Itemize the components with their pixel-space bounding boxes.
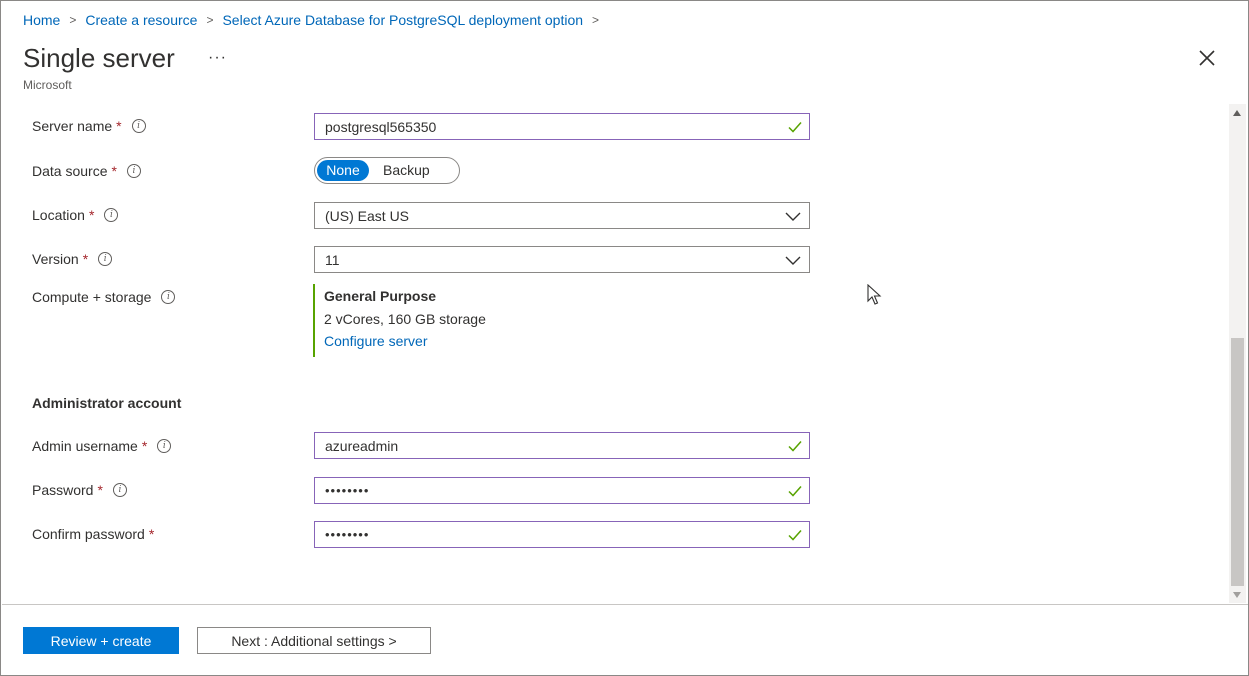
server-name-label: Server name * i bbox=[32, 118, 146, 134]
chevron-right-icon: > bbox=[592, 13, 600, 27]
required-marker: * bbox=[148, 526, 155, 542]
breadcrumb: Home > Create a resource > Select Azure … bbox=[23, 12, 608, 28]
compute-storage-label-text: Compute + storage bbox=[32, 289, 152, 305]
blade-frame: Home > Create a resource > Select Azure … bbox=[0, 0, 1249, 676]
confirm-password-value: •••••••• bbox=[325, 527, 370, 542]
scroll-up-icon[interactable] bbox=[1233, 110, 1241, 116]
confirm-password-input[interactable]: •••••••• bbox=[314, 521, 810, 548]
required-marker: * bbox=[88, 207, 95, 223]
required-marker: * bbox=[141, 438, 148, 454]
info-icon[interactable]: i bbox=[131, 119, 146, 133]
chevron-down-icon bbox=[785, 256, 801, 265]
admin-section-heading: Administrator account bbox=[32, 395, 182, 411]
chevron-right-icon: > bbox=[69, 13, 77, 27]
data-source-option-none[interactable]: None bbox=[317, 160, 369, 181]
version-label: Version * i bbox=[32, 251, 113, 267]
info-icon[interactable]: i bbox=[126, 164, 141, 178]
admin-username-input[interactable]: azureadmin bbox=[314, 432, 810, 459]
checkmark-icon bbox=[788, 121, 802, 133]
breadcrumb-deployment-option[interactable]: Select Azure Database for PostgreSQL dep… bbox=[222, 12, 583, 28]
required-marker: * bbox=[82, 251, 89, 267]
review-create-button[interactable]: Review + create bbox=[23, 627, 179, 654]
info-icon[interactable]: i bbox=[157, 439, 172, 453]
compute-summary: General Purpose 2 vCores, 160 GB storage… bbox=[313, 284, 613, 357]
location-select[interactable]: (US) East US bbox=[314, 202, 810, 229]
info-icon[interactable]: i bbox=[104, 208, 119, 222]
location-label: Location * i bbox=[32, 207, 119, 223]
data-source-option-backup[interactable]: Backup bbox=[373, 160, 440, 181]
configure-server-link[interactable]: Configure server bbox=[324, 333, 613, 349]
scroll-down-icon[interactable] bbox=[1233, 592, 1241, 598]
server-name-input[interactable]: postgresql565350 bbox=[314, 113, 810, 140]
server-name-label-text: Server name bbox=[32, 118, 113, 134]
required-marker: * bbox=[97, 482, 103, 498]
version-value: 11 bbox=[325, 251, 340, 268]
compute-storage-label: Compute + storage i bbox=[32, 289, 176, 305]
confirm-password-label-text: Confirm password bbox=[32, 526, 145, 542]
password-label-text: Password bbox=[32, 482, 94, 498]
data-source-toggle: None Backup bbox=[314, 157, 460, 184]
close-icon[interactable] bbox=[1197, 48, 1217, 68]
info-icon[interactable]: i bbox=[161, 290, 176, 304]
admin-username-value: azureadmin bbox=[325, 437, 399, 454]
required-marker: * bbox=[111, 163, 117, 179]
server-name-value: postgresql565350 bbox=[325, 118, 437, 135]
data-source-label: Data source * i bbox=[32, 163, 141, 179]
required-marker: * bbox=[116, 118, 122, 134]
admin-username-label: Admin username * i bbox=[32, 438, 172, 454]
checkmark-icon bbox=[788, 485, 802, 497]
info-icon[interactable]: i bbox=[112, 483, 127, 497]
checkmark-icon bbox=[788, 529, 802, 541]
checkmark-icon bbox=[788, 440, 802, 452]
more-options-button[interactable]: ··· bbox=[208, 49, 227, 67]
location-value: (US) East US bbox=[325, 207, 410, 224]
compute-tier: General Purpose bbox=[324, 288, 437, 304]
data-source-label-text: Data source bbox=[32, 163, 108, 179]
confirm-password-label: Confirm password * bbox=[32, 526, 154, 542]
chevron-right-icon: > bbox=[206, 13, 214, 27]
location-label-text: Location bbox=[32, 207, 85, 223]
breadcrumb-create-resource[interactable]: Create a resource bbox=[85, 12, 197, 28]
chevron-down-icon bbox=[785, 212, 801, 221]
version-select[interactable]: 11 bbox=[314, 246, 810, 273]
next-additional-settings-button[interactable]: Next : Additional settings > bbox=[197, 627, 431, 654]
page-title: Single server bbox=[23, 43, 175, 73]
info-icon[interactable]: i bbox=[98, 252, 113, 266]
version-label-text: Version bbox=[32, 251, 79, 267]
compute-spec: 2 vCores, 160 GB storage bbox=[324, 311, 486, 327]
password-label: Password * i bbox=[32, 482, 127, 498]
admin-username-label-text: Admin username bbox=[32, 438, 138, 454]
footer-divider bbox=[2, 604, 1248, 605]
scrollbar-thumb[interactable] bbox=[1231, 338, 1244, 586]
password-value: •••••••• bbox=[325, 483, 370, 498]
password-input[interactable]: •••••••• bbox=[314, 477, 810, 504]
vertical-scrollbar[interactable] bbox=[1229, 104, 1246, 603]
breadcrumb-home[interactable]: Home bbox=[23, 12, 60, 28]
page-subtitle: Microsoft bbox=[23, 78, 72, 92]
mouse-pointer-icon bbox=[867, 284, 882, 305]
